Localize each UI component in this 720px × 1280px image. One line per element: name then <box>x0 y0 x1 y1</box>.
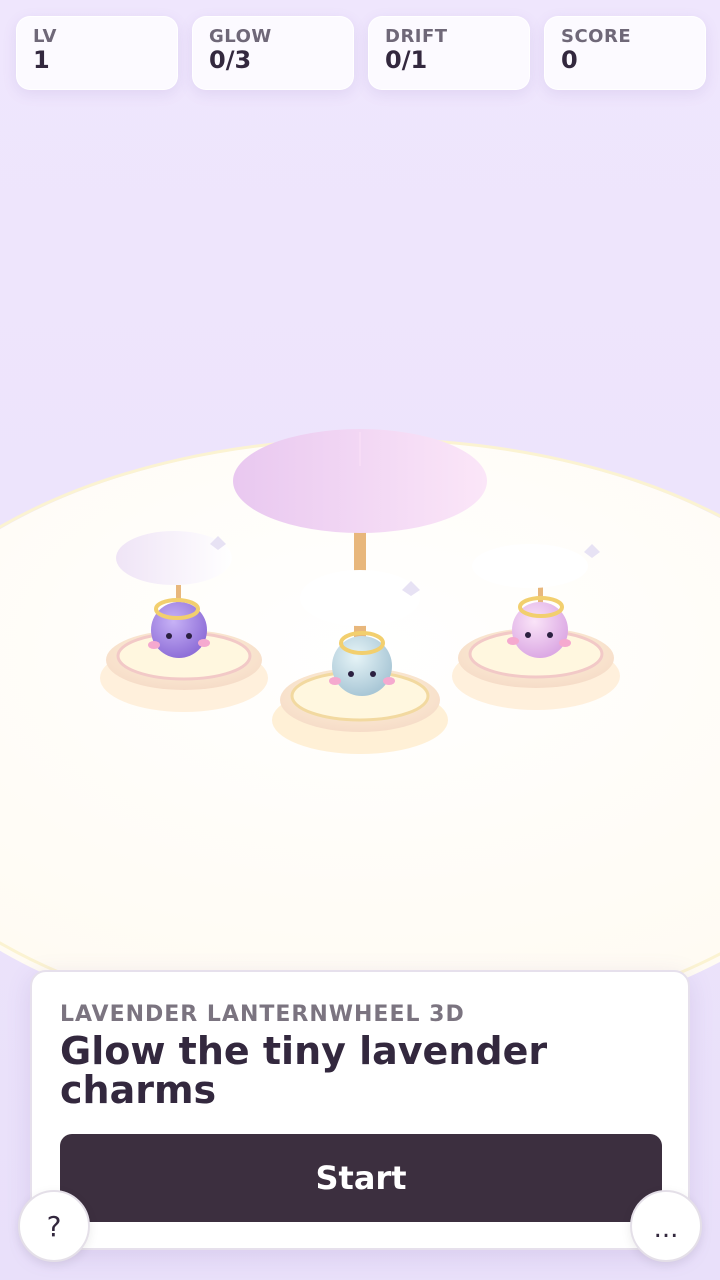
drift-value: 0/1 <box>385 46 428 74</box>
game-title-kicker: LAVENDER LANTERNWHEEL 3D <box>60 1002 465 1027</box>
start-button[interactable]: Start <box>60 1134 662 1222</box>
intro-card: LAVENDER LANTERNWHEEL 3D Glow the tiny l… <box>30 970 690 1250</box>
hud-bar: LV 1 GLOW 0/3 DRIFT 0/1 SCORE 0 <box>16 16 706 90</box>
score-stat: SCORE 0 <box>544 16 706 90</box>
score-value: 0 <box>561 46 578 74</box>
drift-stat: DRIFT 0/1 <box>368 16 530 90</box>
more-button[interactable]: ... <box>630 1190 702 1262</box>
glow-label: GLOW <box>209 26 272 47</box>
help-icon: ? <box>46 1209 62 1243</box>
score-label: SCORE <box>561 26 632 47</box>
glow-value: 0/3 <box>209 46 252 74</box>
help-button[interactable]: ? <box>18 1190 90 1262</box>
level-value: 1 <box>33 46 50 74</box>
more-icon: ... <box>653 1214 679 1244</box>
level-label: LV <box>33 26 57 47</box>
objective-title: Glow the tiny lavender charms <box>60 1029 548 1112</box>
level-stat: LV 1 <box>16 16 178 90</box>
glow-stat: GLOW 0/3 <box>192 16 354 90</box>
drift-label: DRIFT <box>385 26 448 47</box>
